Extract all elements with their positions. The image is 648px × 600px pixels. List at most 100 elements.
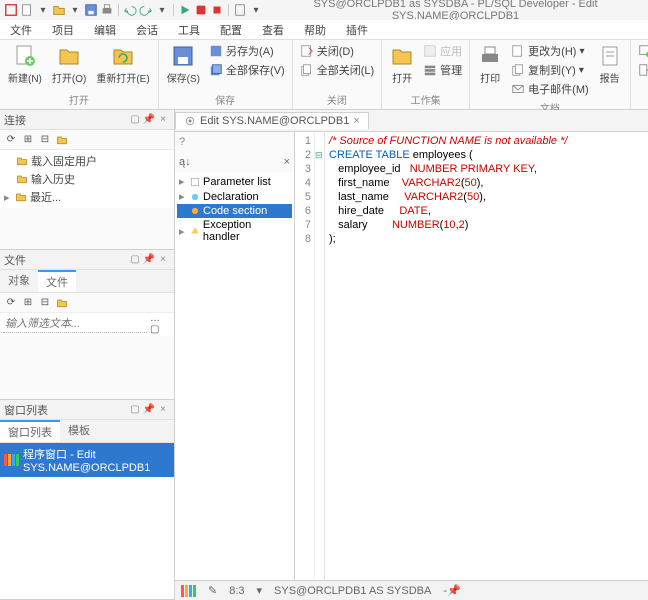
- group-app-label: 应用程序: [635, 90, 648, 107]
- reopen-button[interactable]: 重新打开(E): [92, 42, 153, 87]
- undo-icon[interactable]: [123, 3, 137, 17]
- winlist-title: 窗口列表: [4, 402, 48, 418]
- panel-pin-icon[interactable]: 📌: [142, 403, 156, 417]
- menu-view[interactable]: 查看: [252, 20, 294, 39]
- report-button[interactable]: 报告: [594, 42, 626, 87]
- sort-icon[interactable]: ą↓: [179, 156, 191, 168]
- collapse-icon[interactable]: ⊟: [38, 296, 52, 310]
- stop-icon[interactable]: [210, 3, 224, 17]
- collapse-icon[interactable]: ⊟: [38, 133, 52, 147]
- changeto-button[interactable]: 更改为(H)▾: [508, 42, 592, 60]
- titlebar: ▾ ▾ ▾ ▾ SYS@ORCLPDB1 as SYSDBA - PL/SQL …: [0, 0, 648, 20]
- commit-icon[interactable]: [233, 3, 247, 17]
- left-panels: 连接 ▢ 📌 × ⟳ ⊞ ⊟ 载入固定用户 输入历史 ▸最近... 文件: [0, 110, 175, 600]
- filter-input[interactable]: [3, 316, 147, 333]
- panel-pin-icon[interactable]: 📌: [142, 113, 156, 127]
- winlist-item-label: 程序窗口 - Edit SYS.NAME@ORCLPDB1: [23, 446, 170, 474]
- tab-objects[interactable]: 对象: [0, 270, 38, 292]
- exit-button[interactable]: 退出(X): [635, 61, 648, 79]
- outline-row[interactable]: Code section: [177, 204, 292, 218]
- menu-plugins[interactable]: 插件: [336, 20, 378, 39]
- menu-tools[interactable]: 工具: [168, 20, 210, 39]
- copyto-button[interactable]: 复制到(Y)▾: [508, 61, 592, 79]
- redo-icon[interactable]: [139, 3, 153, 17]
- saveas-button[interactable]: 另存为(A): [206, 42, 288, 60]
- run-icon[interactable]: [178, 3, 192, 17]
- menu-help[interactable]: 帮助: [294, 20, 336, 39]
- status-connection: SYS@ORCLPDB1 AS SYSDBA: [274, 585, 431, 597]
- code-content[interactable]: /* Source of FUNCTION NAME is not availa…: [325, 132, 648, 580]
- new-icon[interactable]: [20, 3, 34, 17]
- group-open-label: 打开: [4, 90, 154, 107]
- print-button[interactable]: 打印: [474, 42, 506, 87]
- code-editor[interactable]: 12345678 ⊟ /* Source of FUNCTION NAME is…: [295, 132, 648, 580]
- saveall-button[interactable]: 全部保存(V): [206, 61, 288, 79]
- dropdown-icon[interactable]: ▾: [249, 3, 263, 17]
- files-panel-header: 文件 ▢ 📌 ×: [0, 250, 174, 270]
- expand-icon[interactable]: ⊞: [21, 296, 35, 310]
- menu-session[interactable]: 会话: [126, 20, 168, 39]
- winlist-item[interactable]: 程序窗口 - Edit SYS.NAME@ORCLPDB1: [0, 443, 174, 477]
- outline-close-icon[interactable]: ×: [284, 156, 290, 168]
- email-button[interactable]: 电子邮件(M): [508, 80, 592, 98]
- tree-row[interactable]: ▸最近...: [4, 188, 170, 206]
- expand-icon[interactable]: ⊞: [21, 133, 35, 147]
- save-icon[interactable]: [84, 3, 98, 17]
- tree-row[interactable]: 载入固定用户: [4, 152, 170, 170]
- panel-pin-icon[interactable]: 📌: [142, 253, 156, 267]
- ribbon: 新建(N) 打开(O) 重新打开(E) 打开 保存(S) 另存为(A) 全部保存…: [0, 40, 648, 110]
- tab-winlist[interactable]: 窗口列表: [0, 420, 60, 442]
- menu-project[interactable]: 项目: [42, 20, 84, 39]
- files-title: 文件: [4, 252, 26, 268]
- panel-close-icon[interactable]: ×: [156, 113, 170, 127]
- outline-row[interactable]: ▸Parameter list: [177, 174, 292, 189]
- group-workset-label: 工作集: [386, 90, 465, 107]
- divider-icon: ▾: [257, 584, 263, 597]
- pin-icon[interactable]: -📌: [443, 584, 460, 597]
- workset-manage-button[interactable]: 管理: [420, 61, 465, 79]
- dropdown-icon[interactable]: ▾: [155, 3, 169, 17]
- panel-close-icon[interactable]: ×: [156, 253, 170, 267]
- open-icon[interactable]: [52, 3, 66, 17]
- newinstance-button[interactable]: 新建实例(W): [635, 42, 648, 60]
- tab-files[interactable]: 文件: [38, 270, 76, 292]
- refresh-icon[interactable]: ⟳: [4, 133, 18, 147]
- panel-autohide-icon[interactable]: ▢: [128, 403, 142, 417]
- dropdown-icon[interactable]: ▾: [36, 3, 50, 17]
- panel-close-icon[interactable]: ×: [156, 403, 170, 417]
- print-icon[interactable]: [100, 3, 114, 17]
- close-button[interactable]: 关闭(D): [297, 42, 377, 60]
- outline-row[interactable]: ▸Exception handler: [177, 218, 292, 244]
- refresh-icon[interactable]: ⟳: [4, 296, 18, 310]
- close-icon[interactable]: ×: [353, 115, 359, 127]
- dropdown-icon[interactable]: ▾: [68, 3, 82, 17]
- editor-area: Edit SYS.NAME@ORCLPDB1 × ? ą↓ × ▸Paramet…: [175, 110, 648, 600]
- conn-title: 连接: [4, 112, 26, 128]
- winlist-panel-header: 窗口列表 ▢ 📌 ×: [0, 400, 174, 420]
- folder-icon[interactable]: [55, 296, 69, 310]
- workset-open-button[interactable]: 打开: [386, 42, 418, 87]
- closeall-button[interactable]: 全部关闭(L): [297, 61, 377, 79]
- tree-row[interactable]: 输入历史: [4, 170, 170, 188]
- clear-icon[interactable]: …▢: [150, 317, 164, 331]
- menu-edit[interactable]: 编辑: [84, 20, 126, 39]
- new-button[interactable]: 新建(N): [4, 42, 46, 87]
- panel-autohide-icon[interactable]: ▢: [128, 253, 142, 267]
- group-close-label: 关闭: [297, 90, 377, 107]
- editor-tab[interactable]: Edit SYS.NAME@ORCLPDB1 ×: [175, 112, 369, 129]
- panel-autohide-icon[interactable]: ▢: [128, 113, 142, 127]
- tab-template[interactable]: 模板: [60, 420, 98, 442]
- folder-icon[interactable]: [55, 133, 69, 147]
- menu-file[interactable]: 文件: [0, 20, 42, 39]
- debug-icon[interactable]: [194, 3, 208, 17]
- menu-config[interactable]: 配置: [210, 20, 252, 39]
- cursor-pos: 8:3: [229, 585, 244, 597]
- save-button[interactable]: 保存(S): [163, 42, 204, 87]
- window-title: SYS@ORCLPDB1 as SYSDBA - PL/SQL Develope…: [267, 0, 644, 22]
- main: 连接 ▢ 📌 × ⟳ ⊞ ⊟ 载入固定用户 输入历史 ▸最近... 文件: [0, 110, 648, 600]
- open-button[interactable]: 打开(O): [48, 42, 90, 87]
- workset-apply-button[interactable]: 应用: [420, 42, 465, 60]
- outline-row[interactable]: ▸Declaration: [177, 189, 292, 204]
- status-bars-icon: [181, 585, 196, 597]
- outline-q-icon[interactable]: ?: [179, 136, 185, 148]
